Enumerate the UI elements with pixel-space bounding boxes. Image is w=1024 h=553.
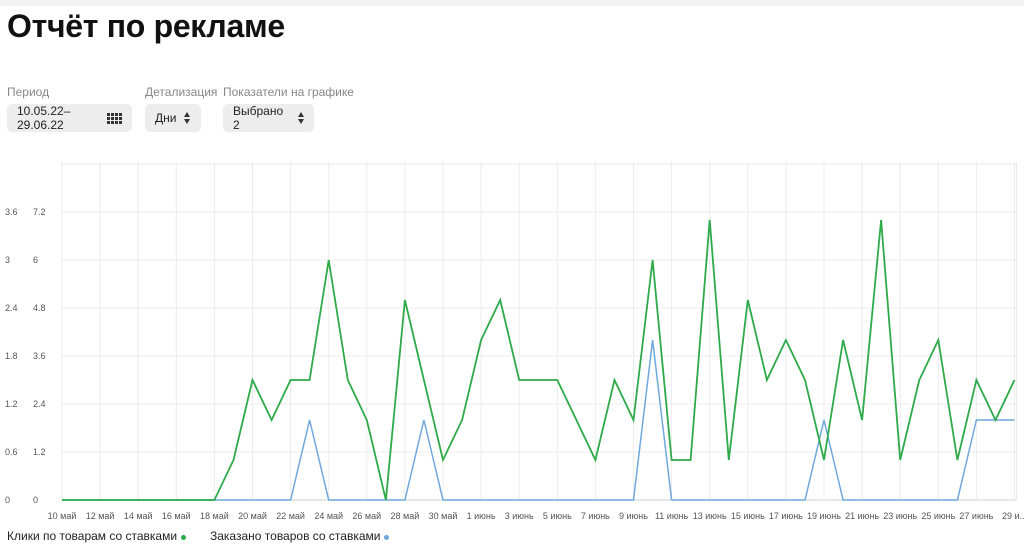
x-tick-label: 17 июнь	[769, 511, 803, 521]
y-tick-label-right: 1.2	[33, 447, 46, 457]
x-tick-label: 3 июнь	[505, 511, 534, 521]
sort-icon	[184, 112, 191, 124]
x-tick-label: 22 май	[276, 511, 305, 521]
metrics-label: Показатели на графике	[223, 85, 354, 99]
x-tick-label: 12 май	[86, 511, 115, 521]
period-value: 10.05.22–29.06.22	[17, 104, 71, 132]
legend-item-orders[interactable]: Заказано товаров со ставками	[210, 529, 390, 543]
series-line-orders	[62, 339, 1015, 501]
y-tick-label-left: 2.4	[5, 303, 18, 313]
metrics-select[interactable]: Выбрано 2	[223, 104, 314, 132]
detail-value: Дни	[155, 111, 177, 125]
line-chart: 0 0.6 1.2 1.8 2.4 3 3.6 0 1.2 2.4 3.6 4.8 6 7.2 10 май…	[5, 162, 1024, 521]
x-tick-label: 15 июнь	[731, 511, 765, 521]
x-tick-label: 26 май	[352, 511, 381, 521]
x-tick-label: 28 май	[391, 511, 420, 521]
x-tick-label: 1 июнь	[467, 511, 496, 521]
y-tick-label-right: 7.2	[33, 207, 46, 217]
legend-label-clicks: Клики по товарам со ставками	[7, 529, 178, 543]
x-tick-label: 25 июнь	[921, 511, 955, 521]
detail-label: Детализация	[145, 85, 218, 99]
y-tick-label-right: 3.6	[33, 351, 46, 361]
x-tick-label: 11 июнь	[655, 511, 689, 521]
y-tick-label-left: 0	[5, 495, 10, 505]
x-tick-label: 19 июнь	[807, 511, 841, 521]
x-tick-label: 21 июнь	[845, 511, 879, 521]
period-label: Период	[7, 85, 50, 99]
x-tick-label: 30 май	[429, 511, 458, 521]
x-tick-label: 16 май	[162, 511, 191, 521]
sort-icon	[298, 112, 304, 124]
metrics-value: Выбрано 2	[233, 104, 284, 132]
legend-label-orders: Заказано товаров со ставками	[210, 529, 381, 543]
y-tick-label-right: 4.8	[33, 303, 46, 313]
series-line-clicks	[62, 219, 1016, 501]
x-tick-label: 18 май	[200, 511, 229, 521]
y-tick-label-left: 3.6	[5, 207, 18, 217]
x-tick-label: 23 июнь	[883, 511, 917, 521]
y-tick-label-left: 0.6	[5, 447, 18, 457]
y-tick-label-right: 6	[33, 255, 38, 265]
y-tick-label-right: 0	[33, 495, 38, 505]
legend-item-clicks[interactable]: Клики по товарам со ставками	[7, 529, 187, 543]
x-tick-label: 29 и...	[1002, 511, 1024, 521]
x-tick-label: 5 июнь	[543, 511, 572, 521]
y-tick-label-right: 2.4	[33, 399, 46, 409]
x-tick-label: 24 май	[314, 511, 343, 521]
x-tick-label: 14 май	[124, 511, 153, 521]
y-tick-label-left: 1.8	[5, 351, 18, 361]
x-tick-label: 20 май	[238, 511, 267, 521]
page-title: Отчёт по рекламе	[7, 8, 285, 44]
x-tick-label: 10 май	[48, 511, 77, 521]
y-tick-label-left: 3	[5, 255, 10, 265]
x-tick-label: 7 июнь	[581, 511, 610, 521]
calendar-icon	[107, 112, 122, 124]
legend-dot-blue-icon	[384, 534, 390, 540]
legend-dot-green-icon	[181, 534, 187, 540]
detail-select[interactable]: Дни	[145, 104, 201, 132]
x-tick-label: 9 июнь	[619, 511, 648, 521]
period-picker-button[interactable]: 10.05.22–29.06.22	[7, 104, 132, 132]
x-tick-label: 27 июнь	[959, 511, 993, 521]
x-tick-label: 13 июнь	[693, 511, 727, 521]
y-tick-label-left: 1.2	[5, 399, 18, 409]
